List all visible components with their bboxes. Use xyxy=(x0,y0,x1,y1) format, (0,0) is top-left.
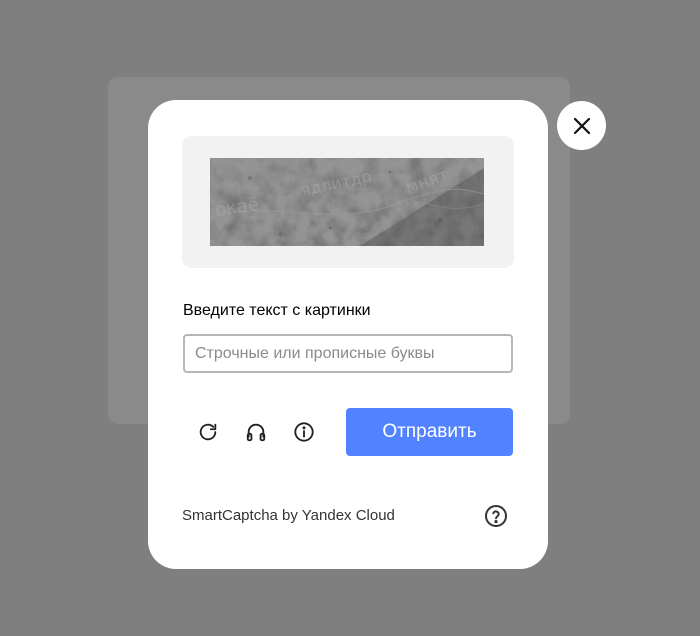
help-button[interactable] xyxy=(483,503,509,529)
captcha-prompt-label: Введите текст с картинки xyxy=(183,302,371,319)
headphones-icon xyxy=(245,421,267,443)
audio-captcha-button[interactable] xyxy=(242,418,270,446)
captcha-image: окаё ядлитдр мнят xyxy=(210,158,484,246)
info-icon xyxy=(293,421,315,443)
refresh-icon xyxy=(197,421,219,443)
smartcaptcha-brand-text: SmartCaptcha by Yandex Cloud xyxy=(182,507,395,524)
close-button[interactable] xyxy=(557,101,606,150)
info-button[interactable] xyxy=(290,418,318,446)
help-icon xyxy=(484,504,508,528)
captcha-image-panel: окаё ядлитдр мнят xyxy=(182,136,514,268)
submit-button[interactable]: Отправить xyxy=(346,408,513,456)
captcha-answer-input[interactable] xyxy=(183,334,513,373)
refresh-button[interactable] xyxy=(194,418,222,446)
close-icon xyxy=(572,116,592,136)
captcha-modal: окаё ядлитдр мнят Введите текст с картин… xyxy=(148,100,548,569)
